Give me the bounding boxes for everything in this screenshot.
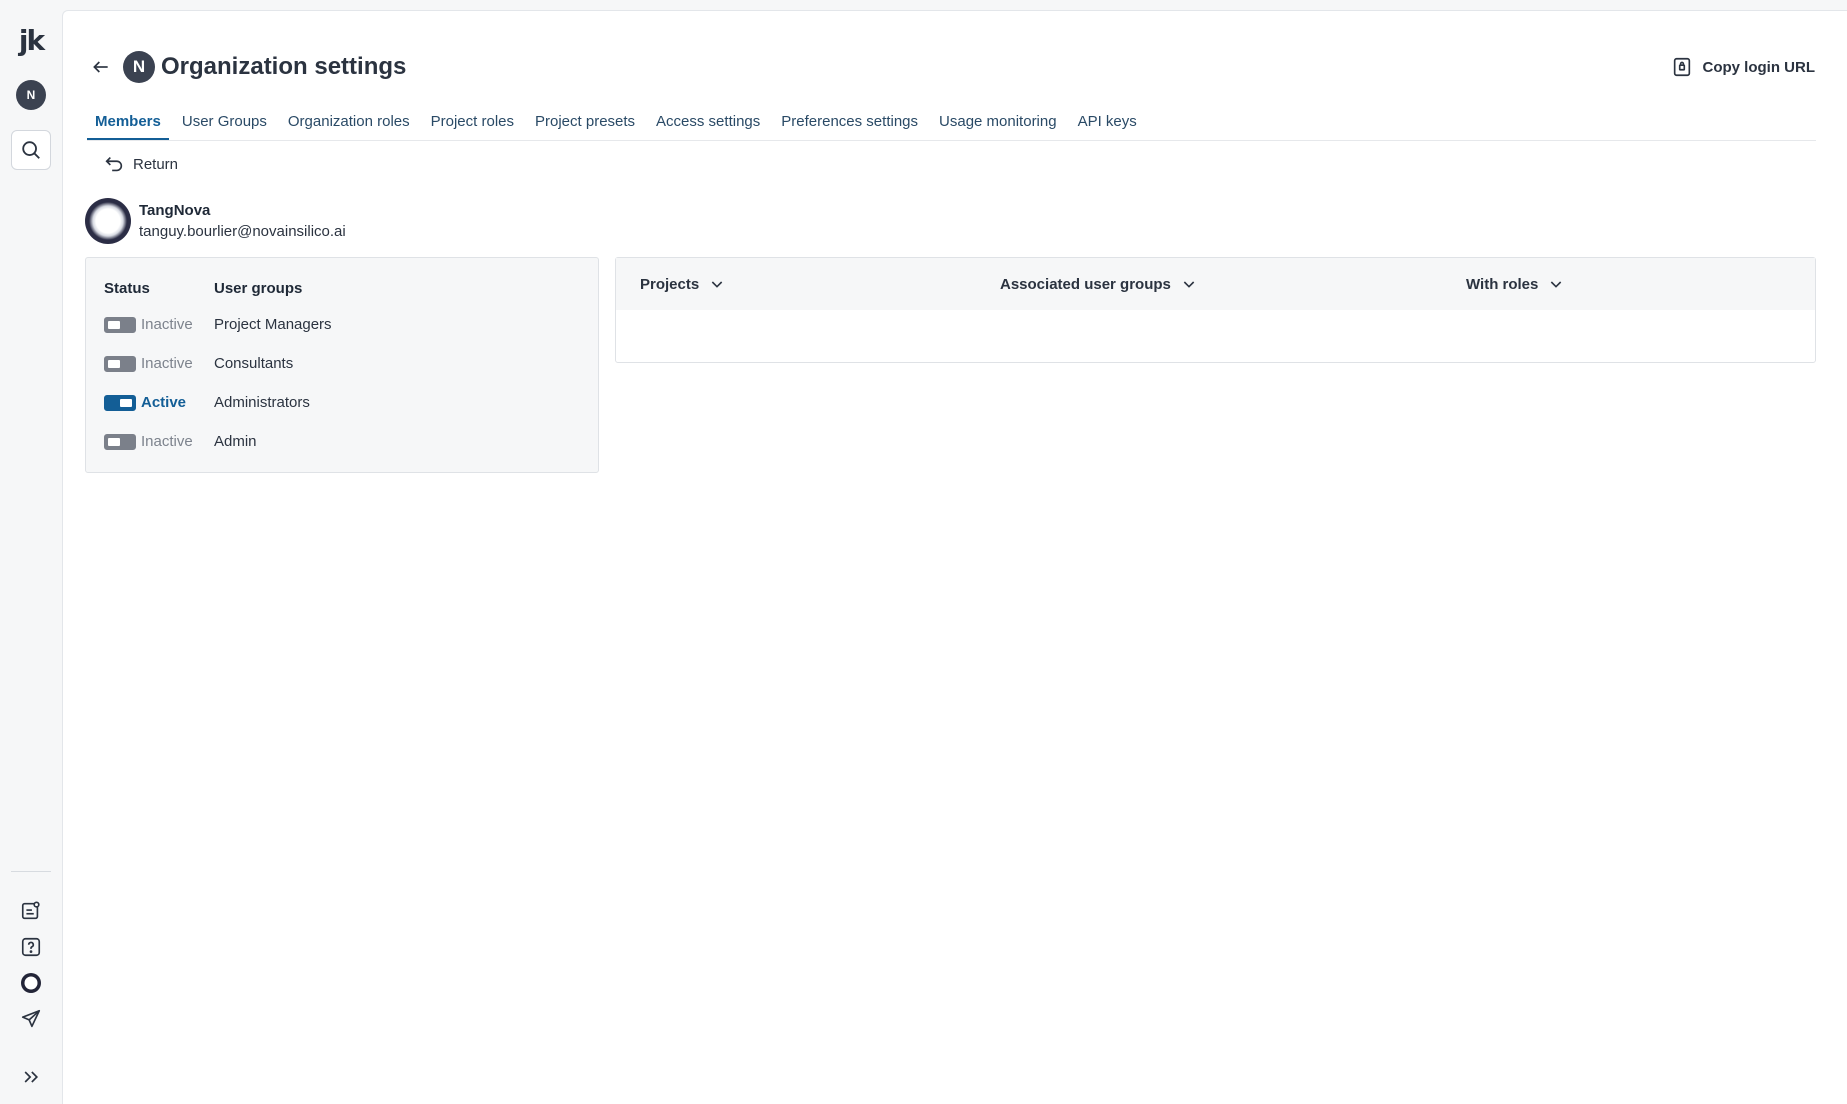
group-status-label: Inactive bbox=[141, 316, 193, 333]
settings-tabs: Members User Groups Organization roles P… bbox=[87, 103, 1816, 141]
return-button[interactable]: Return bbox=[103, 153, 178, 175]
projects-column-label: Projects bbox=[640, 275, 700, 293]
group-name: Admin bbox=[214, 433, 257, 450]
arrow-left-icon bbox=[93, 61, 108, 73]
status-column-header: Status bbox=[104, 280, 150, 297]
tab-usage-monitoring[interactable]: Usage monitoring bbox=[931, 113, 1065, 140]
tab-organization-roles[interactable]: Organization roles bbox=[280, 113, 418, 140]
projects-column-header[interactable]: Projects bbox=[640, 276, 725, 293]
copy-login-url-button[interactable]: Copy login URL bbox=[1663, 50, 1824, 84]
member-email: tanguy.bourlier@novainsilico.ai bbox=[139, 222, 346, 240]
associated-user-groups-column-label: Associated user groups bbox=[1000, 275, 1171, 293]
send-icon bbox=[21, 1009, 41, 1028]
user-avatar-icon bbox=[21, 973, 41, 993]
with-roles-column-label: With roles bbox=[1466, 275, 1539, 293]
group-status-label: Inactive bbox=[141, 355, 193, 372]
group-row: Inactive Project Managers bbox=[104, 316, 332, 333]
group-status-toggle[interactable] bbox=[104, 316, 136, 333]
app-logo[interactable]: jk bbox=[19, 24, 45, 58]
member-name: TangNova bbox=[139, 201, 211, 219]
return-icon bbox=[105, 156, 123, 172]
left-rail: jk N bbox=[0, 0, 62, 1104]
tab-project-presets[interactable]: Project presets bbox=[527, 113, 643, 140]
group-status-label: Inactive bbox=[141, 433, 193, 450]
main-panel: N Organization settings Copy login URL M… bbox=[62, 10, 1847, 1104]
search-icon bbox=[22, 141, 40, 159]
changelog-button[interactable] bbox=[16, 896, 46, 926]
member-info: TangNova tanguy.bourlier@novainsilico.ai bbox=[85, 198, 346, 244]
group-row: Inactive Consultants bbox=[104, 355, 293, 372]
group-row: Active Administrators bbox=[104, 394, 310, 411]
org-title-avatar: N bbox=[123, 51, 155, 83]
news-icon bbox=[21, 901, 40, 920]
user-avatar-button[interactable] bbox=[16, 968, 46, 998]
chevron-down-icon bbox=[1551, 281, 1562, 288]
group-name: Consultants bbox=[214, 355, 294, 372]
user-groups-column-header: User groups bbox=[214, 280, 303, 297]
feedback-button[interactable] bbox=[16, 1004, 46, 1034]
member-avatar bbox=[85, 198, 131, 244]
rail-bottom bbox=[0, 871, 62, 1104]
page-title: Organization settings bbox=[161, 53, 407, 80]
return-label: Return bbox=[133, 155, 179, 173]
tab-members[interactable]: Members bbox=[87, 113, 169, 140]
member-projects-table: Projects Associated user groups With rol… bbox=[615, 257, 1816, 363]
group-status-toggle[interactable] bbox=[104, 355, 136, 372]
copy-login-label: Copy login URL bbox=[1702, 58, 1816, 76]
projects-table-header: Projects Associated user groups With rol… bbox=[616, 258, 1815, 310]
page-header: N Organization settings Copy login URL bbox=[87, 47, 1823, 87]
chevron-down-icon bbox=[1183, 281, 1195, 288]
tab-project-roles[interactable]: Project roles bbox=[423, 113, 522, 140]
tab-preferences-settings[interactable]: Preferences settings bbox=[773, 113, 926, 140]
help-icon bbox=[21, 937, 41, 957]
help-button[interactable] bbox=[16, 932, 46, 962]
group-status-toggle[interactable] bbox=[104, 394, 136, 411]
lock-icon bbox=[1673, 57, 1690, 77]
tab-api-keys[interactable]: API keys bbox=[1070, 113, 1145, 140]
with-roles-column-header[interactable]: With roles bbox=[1466, 276, 1564, 293]
associated-user-groups-column-header[interactable]: Associated user groups bbox=[1000, 276, 1197, 293]
user-groups-panel: Status User groups Inactive Project Mana… bbox=[85, 257, 599, 473]
group-row: Inactive Admin bbox=[104, 433, 257, 450]
groups-header: Status User groups bbox=[104, 280, 302, 297]
group-name: Administrators bbox=[214, 394, 310, 411]
search-button[interactable] bbox=[11, 130, 51, 170]
double-chevron-right-icon bbox=[24, 1071, 39, 1083]
group-status-toggle[interactable] bbox=[104, 433, 136, 450]
tab-access-settings[interactable]: Access settings bbox=[648, 113, 768, 140]
tab-user-groups[interactable]: User Groups bbox=[174, 113, 275, 140]
org-avatar[interactable]: N bbox=[16, 80, 46, 110]
group-name: Project Managers bbox=[214, 316, 332, 333]
rail-divider bbox=[11, 871, 51, 872]
expand-sidebar-button[interactable] bbox=[16, 1062, 46, 1092]
group-status-label: Active bbox=[141, 394, 187, 411]
back-button[interactable] bbox=[87, 53, 115, 81]
chevron-down-icon bbox=[711, 281, 723, 288]
